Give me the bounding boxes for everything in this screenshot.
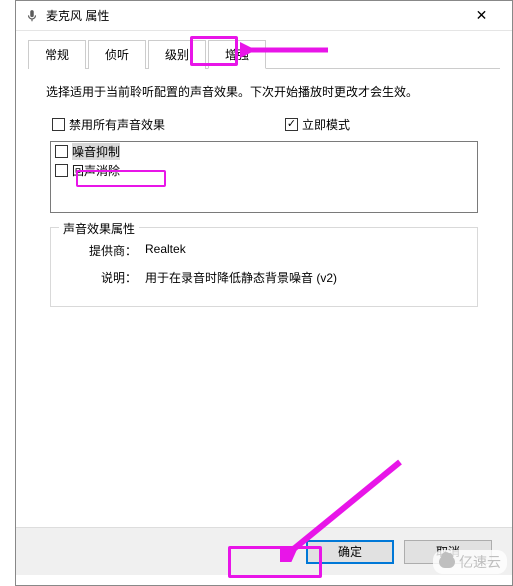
disable-all-checkbox[interactable]: 禁用所有声音效果 <box>52 116 165 133</box>
content-area: 常规 侦听 级别 增强 选择适用于当前聆听配置的声音效果。下次开始播放时更改才会… <box>16 31 512 307</box>
tab-label: 增强 <box>225 48 249 62</box>
cloud-icon <box>439 556 455 568</box>
checkbox-box-icon <box>285 118 298 131</box>
property-row: 说明： 用于在录音时降低静态背景噪音 (v2) <box>61 269 467 286</box>
tab-general[interactable]: 常规 <box>28 40 86 69</box>
checkbox-label: 禁用所有声音效果 <box>69 116 165 133</box>
options-row: 禁用所有声音效果 立即模式 <box>46 116 482 133</box>
close-icon: ✕ <box>476 7 488 24</box>
effect-properties-group: 声音效果属性 提供商： Realtek 说明： 用于在录音时降低静态背景噪音 (… <box>50 227 478 307</box>
checkbox-label: 立即模式 <box>302 116 350 133</box>
list-item[interactable]: 噪音抑制 <box>51 142 477 161</box>
titlebar: 麦克风 属性 ✕ <box>16 1 512 31</box>
instant-mode-checkbox[interactable]: 立即模式 <box>285 116 350 133</box>
tab-levels[interactable]: 级别 <box>148 40 206 69</box>
panel-description: 选择适用于当前聆听配置的声音效果。下次开始播放时更改才会生效。 <box>46 83 482 102</box>
window-title: 麦克风 属性 <box>46 7 459 24</box>
list-item[interactable]: 回声消除 <box>51 161 477 180</box>
property-value: Realtek <box>145 242 186 259</box>
enhance-panel: 选择适用于当前聆听配置的声音效果。下次开始播放时更改才会生效。 禁用所有声音效果… <box>28 69 500 307</box>
tab-listen[interactable]: 侦听 <box>88 40 146 69</box>
ok-button[interactable]: 确定 <box>306 540 394 564</box>
window: 麦克风 属性 ✕ 常规 侦听 级别 增强 选择适用于当前聆听配置的声音效果。下次… <box>15 0 513 586</box>
property-row: 提供商： Realtek <box>61 242 467 259</box>
tab-label: 级别 <box>165 48 189 62</box>
checkbox-box-icon <box>52 118 65 131</box>
property-value: 用于在录音时降低静态背景噪音 (v2) <box>145 269 337 286</box>
tab-enhance[interactable]: 增强 <box>208 40 266 69</box>
list-item-label: 回声消除 <box>72 162 120 179</box>
watermark: 亿速云 <box>433 550 507 574</box>
watermark-text: 亿速云 <box>459 552 501 572</box>
property-label: 提供商： <box>61 242 145 259</box>
microphone-icon <box>24 8 40 24</box>
tab-strip: 常规 侦听 级别 增强 <box>28 39 500 69</box>
close-button[interactable]: ✕ <box>459 2 504 30</box>
checkbox-box-icon <box>55 164 68 177</box>
tab-label: 常规 <box>45 48 69 62</box>
effects-listbox[interactable]: 噪音抑制 回声消除 <box>50 141 478 213</box>
tab-label: 侦听 <box>105 48 129 62</box>
button-label: 确定 <box>338 543 362 560</box>
checkbox-box-icon <box>55 145 68 158</box>
property-label: 说明： <box>61 269 145 286</box>
group-title: 声音效果属性 <box>59 220 139 237</box>
list-item-label: 噪音抑制 <box>72 143 120 160</box>
